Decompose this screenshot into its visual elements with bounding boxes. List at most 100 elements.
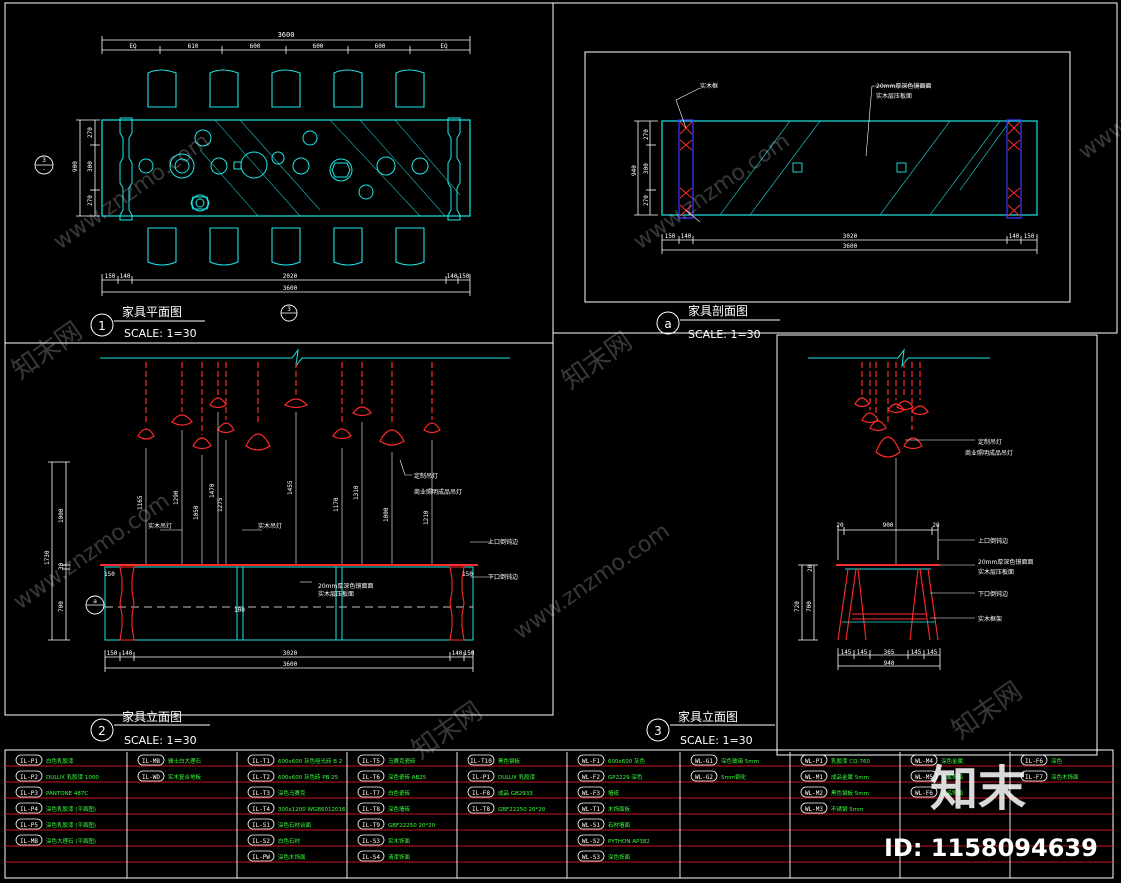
legend-text: 深色大理石 (平面图) bbox=[46, 837, 96, 845]
watermark-logo-text: 知末 bbox=[930, 761, 1026, 817]
legend-tag: IL-P4 bbox=[20, 806, 38, 813]
plan-section-marker: 3 - bbox=[34, 155, 54, 175]
svg-text:145: 145 bbox=[857, 649, 868, 656]
svg-text:700: 700 bbox=[806, 601, 813, 612]
legend-text: 清漆饰面 bbox=[388, 853, 411, 861]
svg-text:上口倒钝边: 上口倒钝边 bbox=[978, 537, 1008, 545]
svg-text:1310: 1310 bbox=[353, 485, 360, 500]
legend-tag: IL-S1 bbox=[252, 822, 270, 829]
legend-text: DULUX 乳胶漆 bbox=[498, 773, 536, 781]
legend-tag: IL-PW bbox=[252, 854, 270, 861]
legend-tag: IL-S2 bbox=[252, 838, 270, 845]
svg-text:900: 900 bbox=[883, 522, 894, 529]
svg-text:300: 300 bbox=[643, 163, 650, 174]
legend-tag: IL-S3 bbox=[362, 838, 380, 845]
svg-text:定制吊灯: 定制吊灯 bbox=[978, 438, 1002, 446]
svg-text:a: a bbox=[93, 598, 97, 605]
legend-text: 600x600 灰色 bbox=[608, 757, 645, 765]
svg-text:定制吊灯: 定制吊灯 bbox=[414, 472, 438, 480]
svg-text:3: 3 bbox=[42, 157, 46, 164]
watermark-id: ID: 1158094639 bbox=[884, 834, 1098, 862]
section-left-total: 940 bbox=[631, 165, 638, 176]
legend-text: 深色木饰面 bbox=[278, 853, 306, 861]
legend-tag: IL-F6 bbox=[1025, 758, 1043, 765]
svg-text:140: 140 bbox=[681, 233, 692, 240]
legend-tag: IL-T5 bbox=[362, 758, 380, 765]
svg-text:a: a bbox=[664, 317, 671, 331]
legend-text: 600x600 灰色哑光砖 B 2 bbox=[278, 757, 342, 765]
legend-tag: IL-P1 bbox=[20, 758, 38, 765]
svg-text:1000: 1000 bbox=[58, 508, 65, 523]
elev3-title: 家具立面图 bbox=[678, 709, 738, 724]
legend-text: 墙纸 bbox=[608, 789, 620, 797]
svg-text:3: 3 bbox=[654, 724, 662, 738]
svg-text:145: 145 bbox=[927, 649, 938, 656]
legend-tag: IL-T4 bbox=[252, 806, 270, 813]
legend-text: 乳胶漆 CQ-760 bbox=[831, 757, 871, 765]
legend-tag: WL-S2 bbox=[582, 838, 600, 845]
svg-text:145: 145 bbox=[911, 649, 922, 656]
legend-text: PANTONE 487C bbox=[46, 791, 88, 797]
legend-tag: WL-S3 bbox=[582, 854, 600, 861]
svg-text:150: 150 bbox=[1024, 233, 1035, 240]
svg-text:20: 20 bbox=[836, 522, 844, 529]
svg-text:20: 20 bbox=[932, 522, 940, 529]
plan-left-dim-2: 300 bbox=[87, 161, 94, 172]
svg-text:1000: 1000 bbox=[383, 507, 390, 522]
legend-text: 白色乳胶漆 bbox=[46, 757, 74, 765]
legend-text: GBF22250 20*20 bbox=[388, 823, 436, 829]
cad-drawing-canvas: 3600 EQ 610 600 600 600 EQ 900 270 300 2… bbox=[0, 0, 1121, 883]
svg-text:720: 720 bbox=[794, 601, 801, 612]
section-bottom-total: 3600 bbox=[843, 243, 858, 250]
legend-tag: WL-G2 bbox=[695, 774, 713, 781]
legend-tag: IL-MB bbox=[20, 838, 38, 845]
plan-top-dim-6: EQ bbox=[440, 43, 448, 50]
legend-text: PYTHON AP382 bbox=[608, 839, 650, 845]
legend-tag: IL-F8 bbox=[472, 790, 490, 797]
legend-text: 深色饰面 bbox=[608, 853, 631, 861]
legend-tag: IL-T8 bbox=[472, 806, 490, 813]
plan-bottom-dim-5: 150 bbox=[459, 273, 470, 280]
legend-tag: WL-F3 bbox=[582, 790, 600, 797]
svg-text:100: 100 bbox=[234, 607, 245, 614]
legend-text: 300x1200 WGB6012016 bbox=[278, 807, 346, 813]
svg-text:1455: 1455 bbox=[287, 480, 294, 495]
svg-text:1290: 1290 bbox=[173, 490, 180, 505]
svg-text:140: 140 bbox=[122, 650, 133, 657]
svg-text:1210: 1210 bbox=[423, 510, 430, 525]
section-title: 家具剖面图 bbox=[688, 303, 748, 318]
legend-text: 深色木饰面 bbox=[1051, 773, 1079, 781]
svg-text:商业照明成品吊灯: 商业照明成品吊灯 bbox=[414, 488, 462, 496]
svg-text:1730: 1730 bbox=[44, 550, 51, 565]
plan-scale: SCALE: 1=30 bbox=[124, 327, 197, 340]
legend-tag: WL-F2 bbox=[582, 774, 600, 781]
elev2-scale: SCALE: 1=30 bbox=[124, 734, 197, 747]
legend-tag: WL-G1 bbox=[695, 758, 713, 765]
legend-text: 深色玻璃 5mm bbox=[721, 757, 759, 765]
legend-text: DULUX 乳胶漆 1000 bbox=[46, 773, 99, 781]
legend-tag: WL-F1 bbox=[582, 758, 600, 765]
legend-text: 深色乳胶漆 (平面图) bbox=[46, 805, 96, 813]
svg-text:270: 270 bbox=[643, 129, 650, 140]
legend-text: 深色石材台面 bbox=[278, 821, 312, 829]
svg-text:下口倒钝边: 下口倒钝边 bbox=[978, 590, 1008, 598]
legend-text: 雅士白大理石 bbox=[168, 757, 202, 765]
legend-tag: IL-T3 bbox=[252, 790, 270, 797]
legend-tag: IL-S4 bbox=[362, 854, 380, 861]
svg-text:商业照明成品吊灯: 商业照明成品吊灯 bbox=[965, 449, 1013, 457]
svg-text:140: 140 bbox=[1009, 233, 1020, 240]
section-scale: SCALE: 1=30 bbox=[688, 328, 761, 341]
svg-text:下口倒钝边: 下口倒钝边 bbox=[488, 573, 518, 581]
legend-tag: IL-F7 bbox=[1025, 774, 1043, 781]
legend-text: 不锈钢 5mm bbox=[831, 805, 863, 813]
legend-text: 白色石材 bbox=[278, 837, 301, 845]
section-left-tag: 实木框 bbox=[700, 82, 718, 90]
plan-top-dim-4: 600 bbox=[313, 43, 324, 50]
plan-left-total: 900 bbox=[72, 161, 79, 172]
legend-tag: IL-P3 bbox=[20, 790, 38, 797]
legend-text: 黑色钢板 bbox=[498, 757, 521, 765]
svg-text:1470: 1470 bbox=[209, 483, 216, 498]
legend-tag: IL-T8 bbox=[362, 806, 380, 813]
legend-text: 成品 GB2933 bbox=[498, 789, 533, 797]
plan-top-total: 3600 bbox=[278, 31, 295, 39]
